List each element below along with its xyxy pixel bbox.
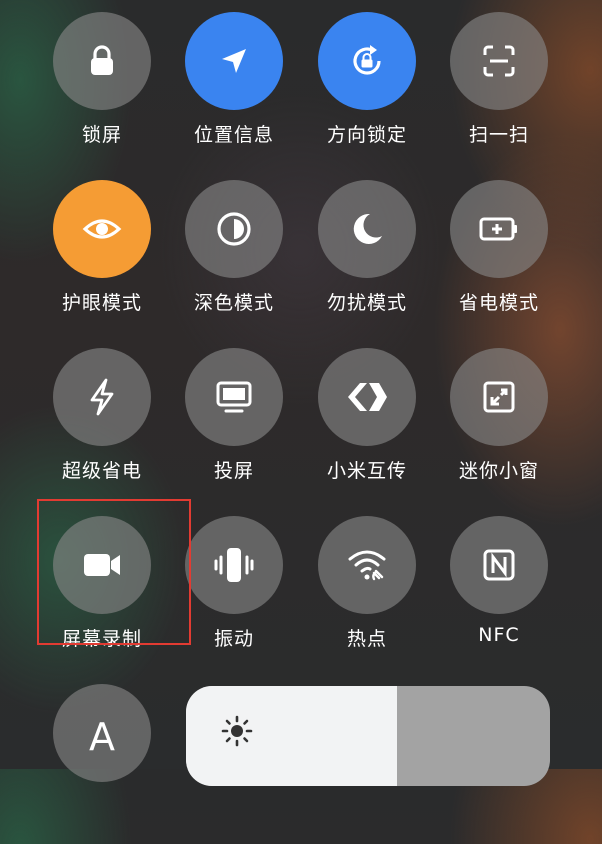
- toggle-label: 锁屏: [81, 124, 122, 146]
- scan-button[interactable]: [450, 12, 548, 110]
- brightness-fill: [186, 686, 398, 786]
- moon-icon: [348, 210, 386, 248]
- lightning-icon: [84, 377, 120, 417]
- toggle-rotation-lock[interactable]: 方向锁定: [297, 12, 437, 172]
- battery-icon: [478, 214, 520, 244]
- toggle-label: 迷你小窗: [458, 460, 539, 482]
- toggle-hotspot[interactable]: 热点: [297, 516, 437, 676]
- font-size-button[interactable]: A: [53, 684, 151, 782]
- super-power-saving-button[interactable]: [53, 348, 151, 446]
- toggle-label: 护眼模式: [61, 292, 142, 314]
- toggle-label: 小米互传: [326, 460, 407, 482]
- brightness-slider[interactable]: [186, 686, 550, 786]
- mi-share-button[interactable]: [318, 348, 416, 446]
- rotation-lock-button[interactable]: [318, 12, 416, 110]
- toggle-label: 投屏: [213, 460, 254, 482]
- do-not-disturb-button[interactable]: [318, 180, 416, 278]
- toggle-screen-cast[interactable]: 投屏: [164, 348, 304, 508]
- toggle-mi-share[interactable]: 小米互传: [297, 348, 437, 508]
- font-size-icon: A: [89, 715, 115, 759]
- vibrate-button[interactable]: [185, 516, 283, 614]
- mini-window-button[interactable]: [450, 348, 548, 446]
- hotspot-button[interactable]: [318, 516, 416, 614]
- location-arrow-icon: [216, 43, 252, 79]
- toggle-nfc[interactable]: NFC: [429, 516, 569, 676]
- toggle-power-saving[interactable]: 省电模式: [429, 180, 569, 340]
- location-button[interactable]: [185, 12, 283, 110]
- toggle-lock-screen[interactable]: 锁屏: [32, 12, 172, 172]
- mini-window-icon: [480, 378, 518, 416]
- font-size-toggle[interactable]: A: [32, 684, 172, 844]
- toggle-mini-window[interactable]: 迷你小窗: [429, 348, 569, 508]
- eye-icon: [81, 208, 123, 250]
- sun-icon: [220, 714, 254, 752]
- nfc-button[interactable]: [450, 516, 548, 614]
- toggle-label: 省电模式: [458, 292, 539, 314]
- toggle-label: 位置信息: [193, 124, 274, 146]
- power-saving-button[interactable]: [450, 180, 548, 278]
- lock-screen-button[interactable]: [53, 12, 151, 110]
- toggle-label: 深色模式: [193, 292, 274, 314]
- nfc-icon: [480, 546, 518, 584]
- highlight-box: [37, 499, 191, 645]
- toggle-do-not-disturb[interactable]: 勿扰模式: [297, 180, 437, 340]
- toggle-super-power-saving[interactable]: 超级省电: [32, 348, 172, 508]
- lock-icon: [84, 43, 120, 79]
- toggle-location[interactable]: 位置信息: [164, 12, 304, 172]
- toggle-label: 热点: [346, 628, 387, 650]
- toggle-label: NFC: [478, 624, 520, 646]
- dark-mode-icon: [214, 209, 254, 249]
- toggle-label: 勿扰模式: [326, 292, 407, 314]
- scan-icon: [480, 42, 518, 80]
- toggle-scan[interactable]: 扫一扫: [429, 12, 569, 172]
- rotation-lock-icon: [346, 40, 388, 82]
- toggle-eye-care[interactable]: 护眼模式: [32, 180, 172, 340]
- screen-cast-button[interactable]: [185, 348, 283, 446]
- eye-care-button[interactable]: [53, 180, 151, 278]
- monitor-icon: [214, 379, 254, 415]
- toggle-label: 扫一扫: [468, 124, 529, 146]
- share-transfer-icon: [345, 377, 389, 417]
- toggle-label: 方向锁定: [326, 124, 407, 146]
- vibrate-icon: [212, 545, 256, 585]
- dark-mode-button[interactable]: [185, 180, 283, 278]
- toggle-dark-mode[interactable]: 深色模式: [164, 180, 304, 340]
- hotspot-icon: [346, 547, 388, 583]
- toggle-label: 超级省电: [61, 460, 142, 482]
